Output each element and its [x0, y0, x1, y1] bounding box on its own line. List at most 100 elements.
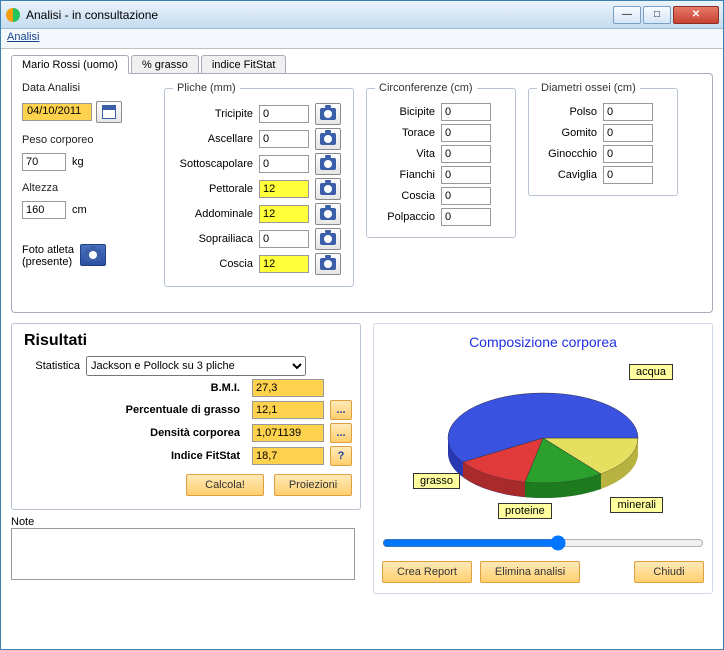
calcola-button[interactable]: Calcola!: [186, 474, 264, 496]
titlebar: Analisi - in consultazione — □ ✕: [1, 1, 723, 29]
result-detail-button[interactable]: ...: [330, 400, 352, 420]
chart-panel: Composizione corporea: [373, 323, 713, 594]
stat-select[interactable]: Jackson e Pollock su 3 pliche: [86, 356, 306, 376]
tab-fitstat[interactable]: indice FitStat: [201, 55, 287, 74]
tab-main[interactable]: Mario Rossi (uomo): [11, 55, 129, 74]
diam-label: Gomito: [537, 127, 597, 139]
pliche-camera-button[interactable]: [315, 178, 341, 200]
results-header: Risultati: [24, 332, 352, 350]
pliche-label: Addominale: [173, 208, 253, 220]
pie-chart: acqua minerali proteine grasso: [403, 358, 683, 523]
camera-icon: [320, 158, 336, 170]
camera-icon: [320, 233, 336, 245]
result-value: [252, 424, 324, 442]
elimina-button[interactable]: Elimina analisi: [480, 561, 580, 583]
camera-icon: [320, 258, 336, 270]
lower-area: Risultati Statistica Jackson e Pollock s…: [11, 323, 713, 594]
pliche-input[interactable]: [259, 130, 309, 148]
result-value: [252, 447, 324, 465]
app-icon: [5, 7, 21, 23]
note-textarea[interactable]: [11, 528, 355, 580]
proiezioni-button[interactable]: Proiezioni: [274, 474, 352, 496]
pliche-input[interactable]: [259, 205, 309, 223]
diam-legend: Diametri ossei (cm): [537, 82, 640, 94]
result-value: [252, 379, 324, 397]
results-group: Risultati Statistica Jackson e Pollock s…: [11, 323, 361, 510]
main-panel: Data Analisi 04/10/2011 Peso corporeo kg…: [11, 73, 713, 313]
alt-input[interactable]: [22, 201, 66, 219]
crea-report-button[interactable]: Crea Report: [382, 561, 472, 583]
circ-input[interactable]: [441, 103, 491, 121]
foto-label2: (presente): [22, 256, 74, 268]
tab-grasso[interactable]: % grasso: [131, 55, 199, 74]
pliche-camera-button[interactable]: [315, 228, 341, 250]
pliche-label: Coscia: [173, 258, 253, 270]
results-column: Risultati Statistica Jackson e Pollock s…: [11, 323, 361, 594]
circ-input[interactable]: [441, 208, 491, 226]
diam-label: Ginocchio: [537, 148, 597, 160]
result-label: Densità corporea: [20, 427, 246, 439]
menu-analisi[interactable]: Analisi: [7, 31, 39, 43]
circ-input[interactable]: [441, 166, 491, 184]
pliche-input[interactable]: [259, 105, 309, 123]
camera-icon: [320, 108, 336, 120]
pliche-input[interactable]: [259, 255, 309, 273]
circ-label: Fianchi: [375, 169, 435, 181]
diam-input[interactable]: [603, 124, 653, 142]
alt-label: Altezza: [22, 182, 152, 194]
diam-input[interactable]: [603, 103, 653, 121]
chart-slider[interactable]: [382, 535, 704, 551]
foto-button[interactable]: [80, 244, 106, 266]
pliche-input[interactable]: [259, 230, 309, 248]
pliche-camera-button[interactable]: [315, 153, 341, 175]
chart-label-minerali: minerali: [610, 497, 663, 513]
result-detail-button[interactable]: ?: [330, 446, 352, 466]
bottom-buttons: Crea Report Elimina analisi Chiudi: [382, 561, 704, 583]
peso-input[interactable]: [22, 153, 66, 171]
circ-label: Vita: [375, 148, 435, 160]
close-button[interactable]: ✕: [673, 6, 719, 24]
chart-title: Composizione corporea: [469, 334, 617, 350]
pliche-camera-button[interactable]: [315, 203, 341, 225]
circ-label: Torace: [375, 127, 435, 139]
diam-label: Caviglia: [537, 169, 597, 181]
menubar: Analisi: [1, 29, 723, 49]
pliche-legend: Pliche (mm): [173, 82, 240, 94]
pliche-camera-button[interactable]: [315, 103, 341, 125]
chiudi-button[interactable]: Chiudi: [634, 561, 704, 583]
tabstrip: Mario Rossi (uomo) % grasso indice FitSt…: [11, 55, 713, 74]
left-column: Data Analisi 04/10/2011 Peso corporeo kg…: [22, 82, 152, 271]
data-value: 04/10/2011: [22, 103, 92, 121]
circ-input[interactable]: [441, 187, 491, 205]
pliche-camera-button[interactable]: [315, 253, 341, 275]
pliche-group: Pliche (mm) Tricipite Ascellare Sottosca…: [164, 82, 354, 287]
pliche-label: Tricipite: [173, 108, 253, 120]
circ-label: Bicipite: [375, 106, 435, 118]
circ-input[interactable]: [441, 124, 491, 142]
pliche-input[interactable]: [259, 180, 309, 198]
result-value: [252, 401, 324, 419]
maximize-button[interactable]: □: [643, 6, 671, 24]
chart-label-grasso: grasso: [413, 473, 460, 489]
foto-label1: Foto atleta: [22, 244, 74, 256]
diam-label: Polso: [537, 106, 597, 118]
note-group: Note: [11, 516, 361, 583]
alt-unit: cm: [72, 204, 87, 216]
calendar-icon: [102, 105, 116, 119]
app-window: Analisi - in consultazione — □ ✕ Analisi…: [0, 0, 724, 650]
pliche-camera-button[interactable]: [315, 128, 341, 150]
chart-label-proteine: proteine: [498, 503, 552, 519]
result-label: Percentuale di grasso: [20, 404, 246, 416]
result-detail-button[interactable]: ...: [330, 423, 352, 443]
diam-input[interactable]: [603, 145, 653, 163]
diam-input[interactable]: [603, 166, 653, 184]
camera-icon: [320, 133, 336, 145]
camera-icon: [320, 208, 336, 220]
calendar-button[interactable]: [96, 101, 122, 123]
circ-input[interactable]: [441, 145, 491, 163]
window-title: Analisi - in consultazione: [26, 8, 611, 22]
pliche-label: Soprailiaca: [173, 233, 253, 245]
chart-label-acqua: acqua: [629, 364, 673, 380]
pliche-input[interactable]: [259, 155, 309, 173]
minimize-button[interactable]: —: [613, 6, 641, 24]
